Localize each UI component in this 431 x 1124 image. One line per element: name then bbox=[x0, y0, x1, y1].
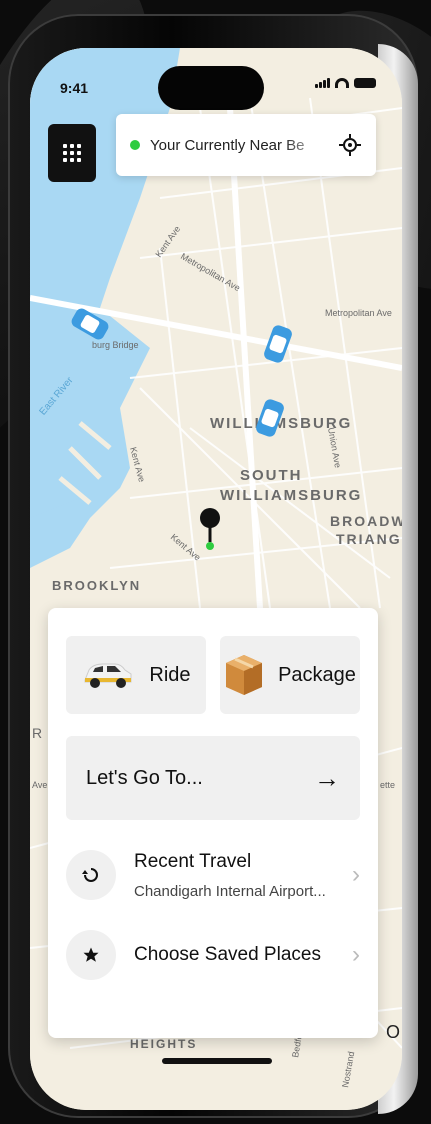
service-options: Ride Package bbox=[66, 636, 360, 714]
wifi-icon bbox=[335, 78, 349, 88]
car-icon bbox=[84, 663, 132, 688]
current-location-text: Your Currently Near Be bbox=[150, 136, 305, 154]
svg-text:BROOKLYN: BROOKLYN bbox=[52, 578, 141, 593]
current-location-bar[interactable]: Your Currently Near Be bbox=[116, 114, 376, 176]
locate-me-icon[interactable] bbox=[338, 133, 362, 157]
package-label: Package bbox=[278, 663, 356, 686]
signal-icon bbox=[315, 78, 330, 88]
chevron-right-icon: › bbox=[352, 861, 360, 888]
recent-travel-title: Recent Travel bbox=[134, 850, 252, 872]
svg-text:WILLIAMSBURG: WILLIAMSBURG bbox=[220, 487, 362, 504]
svg-text:burg Bridge: burg Bridge bbox=[92, 340, 139, 350]
online-status-dot bbox=[130, 140, 140, 150]
svg-text:SOUTH: SOUTH bbox=[240, 467, 303, 484]
app-screen: WILLIAMSBURG SOUTH WILLIAMSBURG BROADW T… bbox=[30, 48, 402, 1110]
recent-travel-item[interactable]: Recent Travel Chandigarh Internal Airpor… bbox=[66, 850, 360, 900]
dynamic-island bbox=[158, 66, 264, 110]
grid-menu-icon bbox=[63, 144, 81, 162]
home-indicator[interactable] bbox=[162, 1058, 272, 1064]
svg-text:TRIANG: TRIANG bbox=[336, 531, 402, 547]
svg-text:Metropolitan Ave: Metropolitan Ave bbox=[325, 308, 392, 318]
battery-icon bbox=[354, 78, 376, 88]
status-time: 9:41 bbox=[60, 80, 89, 96]
saved-places-item[interactable]: Choose Saved Places › bbox=[66, 930, 360, 980]
chevron-right-icon: › bbox=[352, 941, 360, 968]
ride-button[interactable]: Ride bbox=[66, 636, 206, 714]
svg-text:HEIGHTS: HEIGHTS bbox=[130, 1037, 197, 1051]
svg-text:ette: ette bbox=[380, 780, 395, 790]
status-icons bbox=[315, 78, 376, 88]
menu-button[interactable] bbox=[48, 124, 96, 182]
arrow-right-icon[interactable]: → bbox=[314, 763, 340, 794]
booking-sheet: Ride Package Let's Go To... → Recent Tra… bbox=[48, 608, 378, 1038]
star-icon bbox=[66, 930, 116, 980]
destination-placeholder: Let's Go To... bbox=[86, 766, 203, 789]
history-icon bbox=[66, 850, 116, 900]
phone-frame: WILLIAMSBURG SOUTH WILLIAMSBURG BROADW T… bbox=[8, 14, 418, 1118]
svg-text:BROADW: BROADW bbox=[330, 513, 402, 529]
recent-travel-subtitle: Chandigarh Internal Airport... bbox=[134, 882, 326, 900]
saved-places-title: Choose Saved Places bbox=[134, 944, 321, 965]
box-icon bbox=[226, 655, 263, 695]
ride-label: Ride bbox=[149, 663, 191, 686]
destination-input[interactable]: Let's Go To... → bbox=[66, 736, 360, 820]
svg-text:Ave: Ave bbox=[32, 780, 47, 790]
svg-text:O: O bbox=[386, 1022, 400, 1042]
svg-text:R: R bbox=[32, 725, 42, 741]
package-button[interactable]: Package bbox=[220, 636, 360, 714]
